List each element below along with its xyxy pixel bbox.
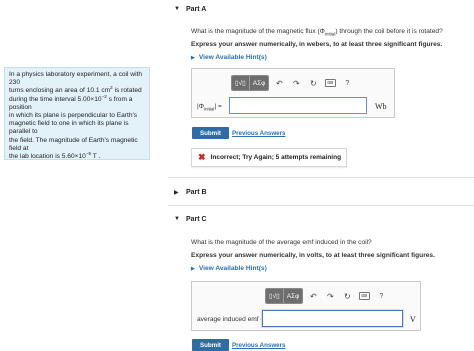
part-a-answer-input[interactable]	[229, 97, 367, 114]
part-a-instruction: Express your answer numerically, in webe…	[191, 41, 443, 48]
part-a-question: What is the magnitude of the magnetic fl…	[191, 28, 443, 37]
format-button-group: ▯√▯ ΑΣφ	[231, 75, 270, 91]
format-button-group: ▯√▯ ΑΣφ	[265, 288, 304, 304]
part-c-answer-input[interactable]	[262, 310, 403, 327]
chevron-right-icon: ▶	[191, 54, 195, 61]
part-a-answer-label: |Φinitial| =	[197, 103, 222, 112]
problem-line: in which its plane is perpendicular to E…	[9, 112, 138, 120]
part-c-previous-answers-link[interactable]: Previous Answers	[232, 342, 285, 349]
incorrect-icon: ✖	[198, 152, 206, 162]
part-b-title: Part B	[186, 188, 207, 196]
chevron-down-icon: ▼	[174, 6, 180, 12]
problem-line: magnetic field to one in which its plane…	[9, 120, 129, 136]
chevron-right-icon: ▶	[191, 265, 195, 272]
part-c-toolbar: ▯√▯ ΑΣφ ↶ ↷ ↻ ⌨ ?	[265, 287, 388, 305]
reset-icon[interactable]: ↻	[306, 76, 320, 90]
part-c-unit: V	[410, 315, 416, 324]
keyboard-icon[interactable]: ⌨	[357, 289, 371, 303]
greek-symbols-button[interactable]: ΑΣφ	[248, 76, 269, 90]
help-icon[interactable]: ?	[374, 289, 388, 303]
reset-icon[interactable]: ↻	[340, 289, 354, 303]
part-c-hint-link[interactable]: ▶ View Available Hint(s)	[191, 265, 267, 272]
part-a-header[interactable]: ▼ Part A	[174, 3, 206, 15]
part-a-submit-button[interactable]: Submit	[192, 127, 229, 139]
problem-line: turns enclosing an area of 10.1 cm2 is r…	[9, 85, 142, 95]
undo-icon[interactable]: ↶	[306, 289, 320, 303]
divider	[168, 177, 474, 178]
problem-line: the lab location is 5.60×10−5 T .	[9, 150, 101, 161]
templates-button[interactable]: ▯√▯	[232, 76, 249, 90]
keyboard-icon[interactable]: ⌨	[323, 76, 337, 90]
part-c-answer-label: average induced emf =	[197, 316, 265, 323]
problem-line: during the time interval 5.00×10−2 s fro…	[9, 93, 133, 111]
chevron-right-icon: ▶	[174, 189, 179, 196]
problem-line: the field. The magnitude of Earth's magn…	[9, 136, 138, 152]
part-c-title: Part C	[186, 215, 207, 223]
greek-symbols-button[interactable]: ΑΣφ	[282, 289, 303, 303]
feedback-text: Incorrect; Try Again; 5 attempts remaini…	[210, 154, 342, 161]
undo-icon[interactable]: ↶	[272, 76, 286, 90]
part-c-submit-button[interactable]: Submit	[192, 339, 229, 351]
help-icon[interactable]: ?	[340, 76, 354, 90]
chevron-down-icon: ▼	[174, 216, 180, 222]
problem-line: In a physics laboratory experiment, a co…	[9, 71, 143, 87]
part-b-header[interactable]: ▶ Part B	[174, 186, 207, 198]
divider	[168, 205, 474, 206]
part-c-header[interactable]: ▼ Part C	[174, 213, 207, 225]
part-a-previous-answers-link[interactable]: Previous Answers	[232, 130, 285, 137]
part-a-hint-link[interactable]: ▶ View Available Hint(s)	[191, 54, 267, 61]
problem-statement: In a physics laboratory experiment, a co…	[4, 67, 150, 160]
part-c-instruction: Express your answer numerically, in volt…	[191, 252, 435, 259]
part-a-unit: Wb	[375, 102, 387, 111]
templates-button[interactable]: ▯√▯	[266, 289, 283, 303]
part-a-feedback: ✖ Incorrect; Try Again; 5 attempts remai…	[191, 148, 347, 167]
redo-icon[interactable]: ↷	[289, 76, 303, 90]
redo-icon[interactable]: ↷	[323, 289, 337, 303]
part-a-toolbar: ▯√▯ ΑΣφ ↶ ↷ ↻ ⌨ ?	[231, 74, 354, 92]
page: In a physics laboratory experiment, a co…	[0, 0, 474, 351]
part-a-title: Part A	[186, 5, 207, 13]
part-c-question: What is the magnitude of the average emf…	[191, 239, 372, 246]
